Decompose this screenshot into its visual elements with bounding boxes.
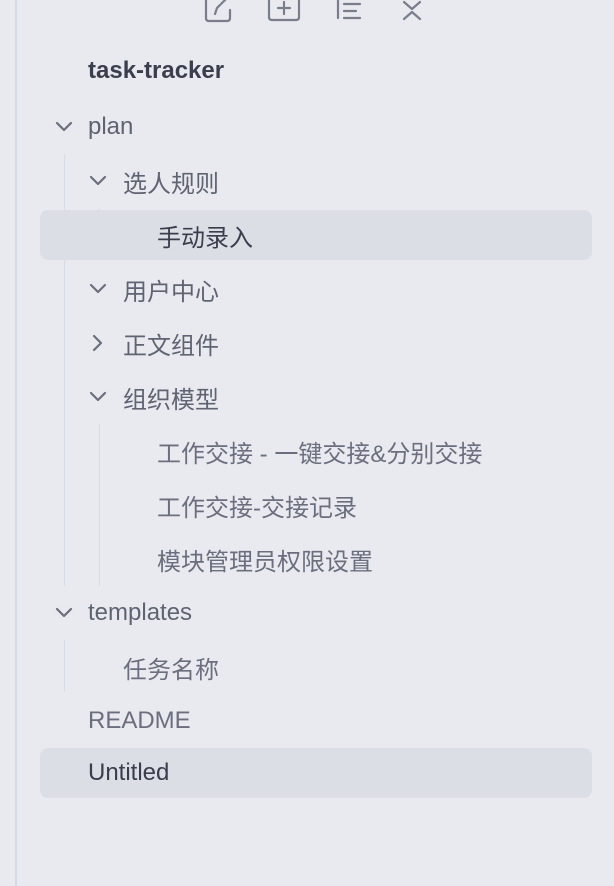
chevron-down-icon xyxy=(53,116,75,138)
folder-label: plan xyxy=(88,113,134,140)
file-label: Untitled xyxy=(88,759,170,786)
file-label: 手动录入 xyxy=(157,224,253,252)
file-gongzuo-jiaojie-1[interactable]: 工作交接 - 一键交接&分别交接 xyxy=(40,426,592,476)
file-renwu-mingcheng[interactable]: 任务名称 xyxy=(40,642,592,692)
file-label: 任务名称 xyxy=(123,656,219,684)
folder-label: 用户中心 xyxy=(123,278,219,306)
chevron-down-icon xyxy=(87,170,109,192)
folder-yonghu[interactable]: 用户中心 xyxy=(40,264,592,314)
file-label: README xyxy=(88,707,191,734)
chevron-down-icon xyxy=(87,386,109,408)
chevron-right-icon xyxy=(87,332,109,354)
folder-xuanren[interactable]: 选人规则 xyxy=(40,156,592,206)
folder-zuzhi[interactable]: 组织模型 xyxy=(40,372,592,422)
file-shoudong[interactable]: 手动录入 xyxy=(40,210,592,260)
file-tree: plan 选人规则 手动录入 用户中心 正文组件 组织模型 工作交接 - 一键交… xyxy=(0,0,614,886)
file-readme[interactable]: README xyxy=(40,696,592,746)
folder-label: 组织模型 xyxy=(123,386,219,414)
file-label: 模块管理员权限设置 xyxy=(157,548,373,576)
file-gongzuo-jiaojie-2[interactable]: 工作交接-交接记录 xyxy=(40,480,592,530)
file-explorer-pane: task-tracker plan 选人规则 手动录入 用户中心 正文组件 组织… xyxy=(0,0,614,886)
folder-plan[interactable]: plan xyxy=(40,102,592,152)
chevron-down-icon xyxy=(87,278,109,300)
file-mokuai-guanli[interactable]: 模块管理员权限设置 xyxy=(40,534,592,584)
folder-templates[interactable]: templates xyxy=(40,588,592,638)
file-label: 工作交接 - 一键交接&分别交接 xyxy=(157,440,483,468)
folder-label: 选人规则 xyxy=(123,170,219,198)
folder-label: 正文组件 xyxy=(123,332,219,360)
folder-zhengwen[interactable]: 正文组件 xyxy=(40,318,592,368)
chevron-down-icon xyxy=(53,602,75,624)
folder-label: templates xyxy=(88,599,193,626)
file-untitled[interactable]: Untitled xyxy=(40,748,592,798)
file-label: 工作交接-交接记录 xyxy=(157,494,357,522)
